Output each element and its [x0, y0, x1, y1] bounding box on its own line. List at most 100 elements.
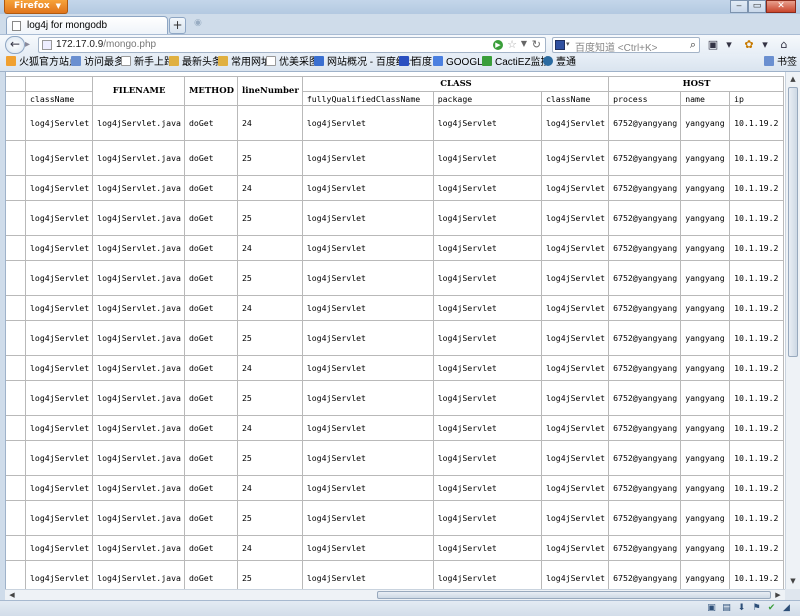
bookmark-item[interactable]: 最新头条	[169, 56, 222, 70]
blank-header	[6, 76, 26, 92]
site-identity-icon[interactable]	[42, 40, 52, 50]
bookmarks-menu-button[interactable]: 书签	[764, 56, 797, 70]
header-package: package	[432, 91, 542, 106]
cell-method: doGet	[183, 415, 239, 441]
scroll-left-icon[interactable]: ◀	[6, 590, 18, 600]
cell-line: 25	[237, 200, 303, 236]
cell-method: doGet	[183, 560, 239, 589]
bookmark-label: 火狐官方站点	[19, 57, 79, 68]
bookmark-item[interactable]: 优美采图	[266, 56, 319, 70]
download-icon[interactable]: ⬇	[736, 603, 747, 614]
cell-filename: log4jServlet.java	[92, 140, 185, 176]
firefox-menu-button[interactable]: Firefox ▼	[4, 0, 68, 14]
flag-icon[interactable]: ⚑	[751, 603, 762, 614]
cell-line: 24	[237, 475, 303, 501]
addon-icon[interactable]: ✿	[742, 38, 756, 52]
cell-method: doGet	[183, 295, 239, 321]
cell-ip: 10.1.19.2	[729, 235, 784, 261]
bookmark-star-icon[interactable]: ☆	[507, 38, 517, 51]
minimize-button[interactable]: ‒	[730, 0, 748, 13]
bookmark-item[interactable]: 访问最多	[71, 56, 124, 70]
addon-dropdown-icon[interactable]: ▾	[758, 38, 772, 52]
horizontal-scrollbar[interactable]: ◀ ▶	[5, 589, 785, 600]
cell-ip: 10.1.19.2	[729, 320, 784, 356]
search-box[interactable]: ▾ 百度知道 <Ctrl+K> ⌕	[552, 37, 700, 54]
back-button[interactable]: ←	[5, 36, 25, 54]
cell-cls: log4jServlet	[540, 320, 610, 356]
scroll-down-icon[interactable]: ▼	[787, 575, 799, 588]
cell-filename: log4jServlet.java	[92, 200, 185, 236]
firefox-menu-label: Firefox	[14, 1, 50, 11]
cell-package: log4jServlet	[432, 105, 542, 141]
cell-classname: log4jServlet	[24, 175, 94, 201]
bookmark-item[interactable]: 壹通	[543, 56, 576, 70]
search-icon[interactable]: ⌕	[690, 38, 696, 52]
home-icon[interactable]: ⌂	[777, 38, 791, 52]
tab-log4j-mongodb[interactable]: log4j for mongodb	[6, 16, 168, 35]
cell-name: yangyang	[680, 355, 731, 381]
new-tab-button[interactable]: +	[169, 17, 186, 34]
cell-line: 25	[237, 260, 303, 296]
resize-grip-icon[interactable]: ◢	[781, 603, 792, 614]
bookmark-item[interactable]: 新手上路	[121, 56, 174, 70]
cell-process: 6752@yangyang	[608, 105, 682, 141]
cell-ip: 10.1.19.2	[729, 560, 784, 589]
horizontal-scroll-thumb[interactable]	[377, 591, 771, 599]
cell-package: log4jServlet	[432, 175, 542, 201]
bookmark-item[interactable]: GOOGLE	[433, 56, 489, 70]
cell-method: doGet	[183, 320, 239, 356]
cell-fqcn: log4jServlet	[301, 235, 434, 261]
bookmark-item[interactable]: 百度	[399, 56, 432, 70]
cell-line: 24	[237, 295, 303, 321]
address-url[interactable]: 172.17.0.9/mongo.php	[56, 39, 156, 50]
reload-icon[interactable]: ↻	[532, 38, 541, 51]
screenshot-tool-icon[interactable]: ▣	[706, 38, 720, 52]
title-bar: Firefox ▼ ‒ ▭ ✕	[0, 0, 800, 14]
cacti-icon	[482, 56, 492, 66]
cell-filename: log4jServlet.java	[92, 320, 185, 356]
close-window-button[interactable]: ✕	[766, 0, 796, 13]
cell-filename: log4jServlet.java	[92, 235, 185, 261]
bookmark-item[interactable]: CactiEZ监控	[482, 56, 551, 70]
bookmark-item[interactable]: 火狐官方站点	[6, 56, 79, 70]
address-bar[interactable]: 172.17.0.9/mongo.php ▶ ☆ ▼ ↻	[38, 37, 546, 53]
cell-package: log4jServlet	[432, 355, 542, 381]
tool-dropdown-icon[interactable]: ▾	[722, 38, 736, 52]
cell-cls: log4jServlet	[540, 295, 610, 321]
maximize-button[interactable]: ▭	[748, 0, 766, 13]
scroll-right-icon[interactable]: ▶	[772, 590, 784, 600]
row-blank-cell	[6, 320, 26, 356]
page-icon	[12, 21, 21, 31]
forward-button[interactable]: ▸	[25, 39, 37, 51]
cell-classname: log4jServlet	[24, 500, 94, 536]
vertical-scroll-thumb[interactable]	[788, 87, 798, 357]
cell-line: 25	[237, 320, 303, 356]
cell-filename: log4jServlet.java	[92, 560, 185, 589]
cell-package: log4jServlet	[432, 260, 542, 296]
check-icon[interactable]: ✔	[766, 603, 777, 614]
url-host: 172.17.0.9	[56, 39, 104, 50]
cell-ip: 10.1.19.2	[729, 355, 784, 381]
note-icon[interactable]: ▤	[721, 603, 732, 614]
cell-filename: log4jServlet.java	[92, 105, 185, 141]
cell-process: 6752@yangyang	[608, 295, 682, 321]
browser-window: Firefox ▼ ‒ ▭ ✕ log4j for mongodb + ◉ ← …	[0, 0, 800, 616]
go-icon[interactable]: ▶	[493, 40, 503, 50]
cell-line: 25	[237, 560, 303, 589]
cell-process: 6752@yangyang	[608, 535, 682, 561]
cell-process: 6752@yangyang	[608, 140, 682, 176]
bookmark-item[interactable]: 常用网址	[218, 56, 271, 70]
cell-fqcn: log4jServlet	[301, 140, 434, 176]
history-dropdown-icon[interactable]: ▼	[521, 39, 527, 48]
scroll-up-icon[interactable]: ▲	[787, 73, 799, 86]
cell-filename: log4jServlet.java	[92, 415, 185, 441]
search-engine-icon[interactable]	[555, 40, 565, 50]
header-classname: className	[24, 91, 94, 106]
page-info-icon[interactable]: ▣	[706, 603, 717, 614]
bookmark-label: 优美采图	[279, 57, 319, 68]
cell-line: 25	[237, 140, 303, 176]
engine-dropdown-icon[interactable]: ▾	[566, 40, 570, 48]
cell-cls: log4jServlet	[540, 200, 610, 236]
vertical-scrollbar[interactable]: ▲ ▼	[785, 72, 800, 589]
cell-filename: log4jServlet.java	[92, 295, 185, 321]
